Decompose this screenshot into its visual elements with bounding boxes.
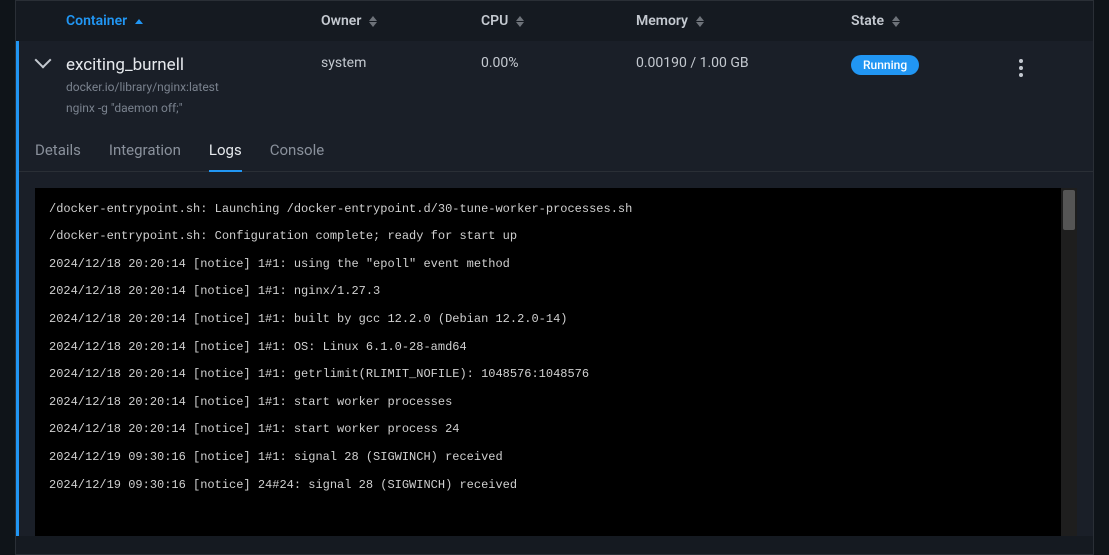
sort-asc-icon — [135, 14, 145, 28]
tab-integration[interactable]: Integration — [109, 131, 181, 171]
log-line: 2024/12/19 09:30:16 [notice] 1#1: signal… — [49, 450, 1063, 466]
status-badge: Running — [851, 55, 919, 75]
detail-tabs: Details Integration Logs Console — [19, 131, 1093, 172]
container-command: nginx -g "daemon off;" — [66, 100, 321, 117]
col-memory-label: Memory — [636, 13, 688, 29]
sort-icon — [892, 14, 902, 28]
log-line: /docker-entrypoint.sh: Launching /docker… — [49, 202, 1063, 218]
col-cpu-label: CPU — [481, 13, 508, 29]
owner-cell: system — [321, 55, 481, 71]
container-name: exciting_burnell — [66, 55, 321, 75]
tab-logs[interactable]: Logs — [209, 131, 242, 171]
log-line: 2024/12/18 20:20:14 [notice] 1#1: getrli… — [49, 367, 1063, 383]
log-line: 2024/12/18 20:20:14 [notice] 1#1: nginx/… — [49, 284, 1063, 300]
log-line: 2024/12/18 20:20:14 [notice] 1#1: start … — [49, 422, 1063, 438]
col-container[interactable]: Container — [66, 13, 321, 29]
log-line: 2024/12/18 20:20:14 [notice] 1#1: built … — [49, 312, 1063, 328]
state-cell: Running — [851, 55, 996, 75]
col-container-label: Container — [66, 13, 127, 29]
col-memory[interactable]: Memory — [636, 13, 851, 29]
tab-details[interactable]: Details — [35, 131, 81, 171]
container-image: docker.io/library/nginx:latest — [66, 79, 321, 96]
expanded-container-row: exciting_burnell docker.io/library/nginx… — [16, 41, 1093, 536]
sort-icon — [369, 14, 379, 28]
log-line: 2024/12/19 09:30:16 [notice] 24#24: sign… — [49, 478, 1063, 494]
scrollbar-track[interactable] — [1061, 188, 1077, 536]
col-owner-label: Owner — [321, 13, 361, 29]
log-content[interactable]: /docker-entrypoint.sh: Launching /docker… — [35, 188, 1077, 536]
kebab-menu-icon[interactable] — [996, 55, 1046, 77]
container-name-cell: exciting_burnell docker.io/library/nginx… — [66, 55, 321, 117]
tab-console[interactable]: Console — [270, 131, 325, 171]
memory-cell: 0.00190 / 1.00 GB — [636, 55, 851, 71]
log-line: 2024/12/18 20:20:14 [notice] 1#1: OS: Li… — [49, 340, 1063, 356]
col-cpu[interactable]: CPU — [481, 13, 636, 29]
chevron-down-icon[interactable] — [34, 52, 51, 69]
col-owner[interactable]: Owner — [321, 13, 481, 29]
log-line: 2024/12/18 20:20:14 [notice] 1#1: start … — [49, 395, 1063, 411]
log-line: 2024/12/18 20:20:14 [notice] 1#1: using … — [49, 257, 1063, 273]
sort-icon — [516, 14, 526, 28]
log-line: /docker-entrypoint.sh: Configuration com… — [49, 229, 1063, 245]
cpu-cell: 0.00% — [481, 55, 636, 71]
scrollbar-thumb[interactable] — [1063, 190, 1075, 230]
log-viewer: /docker-entrypoint.sh: Launching /docker… — [35, 188, 1077, 536]
col-state-label: State — [851, 13, 884, 29]
col-state[interactable]: State — [851, 13, 996, 29]
table-header: Container Owner CPU Memory State — [16, 1, 1093, 41]
sort-icon — [696, 14, 706, 28]
container-panel: Container Owner CPU Memory State excitin… — [15, 0, 1094, 555]
table-row: exciting_burnell docker.io/library/nginx… — [19, 41, 1093, 131]
